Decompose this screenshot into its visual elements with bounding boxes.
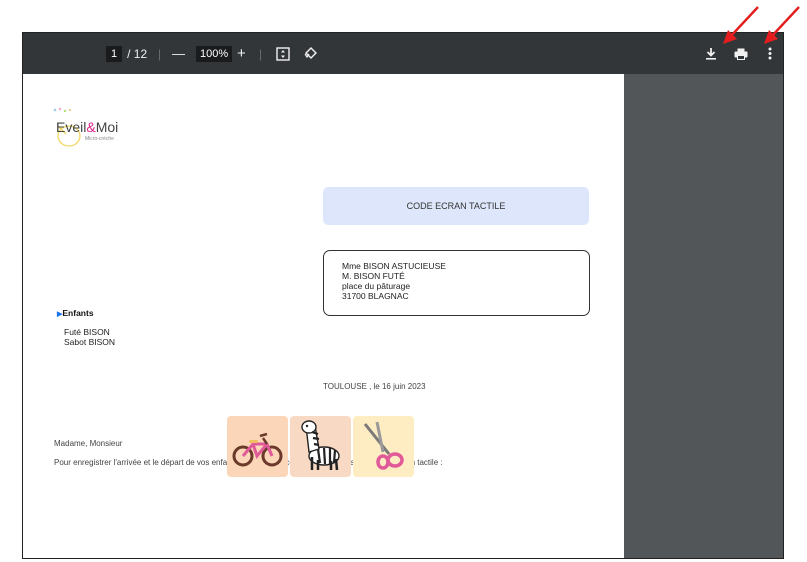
date-line: TOULOUSE , le 16 juin 2023 — [323, 382, 426, 391]
zoom-level-input[interactable]: 100% — [196, 45, 233, 62]
pdf-toolbar: 1 / 12 | — 100% + | — [23, 33, 783, 74]
toolbar-divider: | — [259, 46, 263, 61]
address-line: place du pâturage — [342, 281, 411, 291]
rotate-icon — [304, 47, 317, 59]
pdf-viewer-window: 1 / 12 | — 100% + | Eveil&Moi Micro-crèc… — [22, 32, 784, 559]
zebra-icon — [301, 420, 340, 471]
download-icon — [706, 48, 716, 60]
code-tile-zebra — [290, 416, 351, 477]
logo-name-part1: Eveil — [56, 119, 87, 135]
toolbar-divider: | — [158, 46, 162, 61]
children-heading-text: Enfants — [62, 308, 94, 318]
code-title-banner: CODE ECRAN TACTILE — [323, 187, 589, 225]
print-icon — [734, 48, 748, 60]
greeting: Madame, Monsieur — [54, 439, 123, 448]
logo-subtitle: Micro-crèche — [85, 136, 114, 142]
annotation-arrow-icon — [764, 6, 800, 44]
child-name: Futé BISON — [64, 327, 110, 337]
code-tile-bicycle — [227, 416, 288, 477]
address-block: Mme BISON ASTUCIEUSE M. BISON FUTÉ place… — [323, 250, 590, 316]
children-heading: ▶Enfants — [57, 308, 94, 318]
rotate-button[interactable] — [304, 33, 319, 74]
address-line: Mme BISON ASTUCIEUSE — [342, 261, 446, 271]
page-number-input[interactable]: 1 — [106, 45, 123, 62]
page-total: / 12 — [127, 46, 148, 61]
annotation-arrow-icon — [723, 6, 759, 44]
logo-name-part2: Moi — [95, 119, 119, 135]
address-line: 31700 BLAGNAC — [342, 291, 409, 301]
more-vert-icon — [768, 47, 772, 60]
zoom-in-button[interactable]: + — [237, 33, 246, 74]
pdf-page: Eveil&Moi Micro-crèche CODE ECRAN TACTIL… — [23, 74, 624, 558]
fit-page-icon — [276, 46, 290, 61]
viewer-side-panel — [624, 74, 783, 558]
page-indicator: 1 / 12 — [106, 33, 147, 74]
download-button[interactable] — [705, 33, 717, 74]
child-name: Sabot BISON — [64, 337, 116, 347]
zoom-out-button[interactable]: — — [172, 33, 185, 74]
bicycle-icon — [232, 432, 283, 467]
address-line: M. BISON FUTÉ — [342, 271, 405, 281]
code-tile-scissors — [353, 416, 414, 477]
logo-name-amp: & — [86, 119, 96, 135]
logo-text: Eveil&Moi — [56, 119, 118, 135]
fit-to-page-button[interactable] — [276, 33, 290, 74]
scissors-icon — [363, 421, 404, 470]
